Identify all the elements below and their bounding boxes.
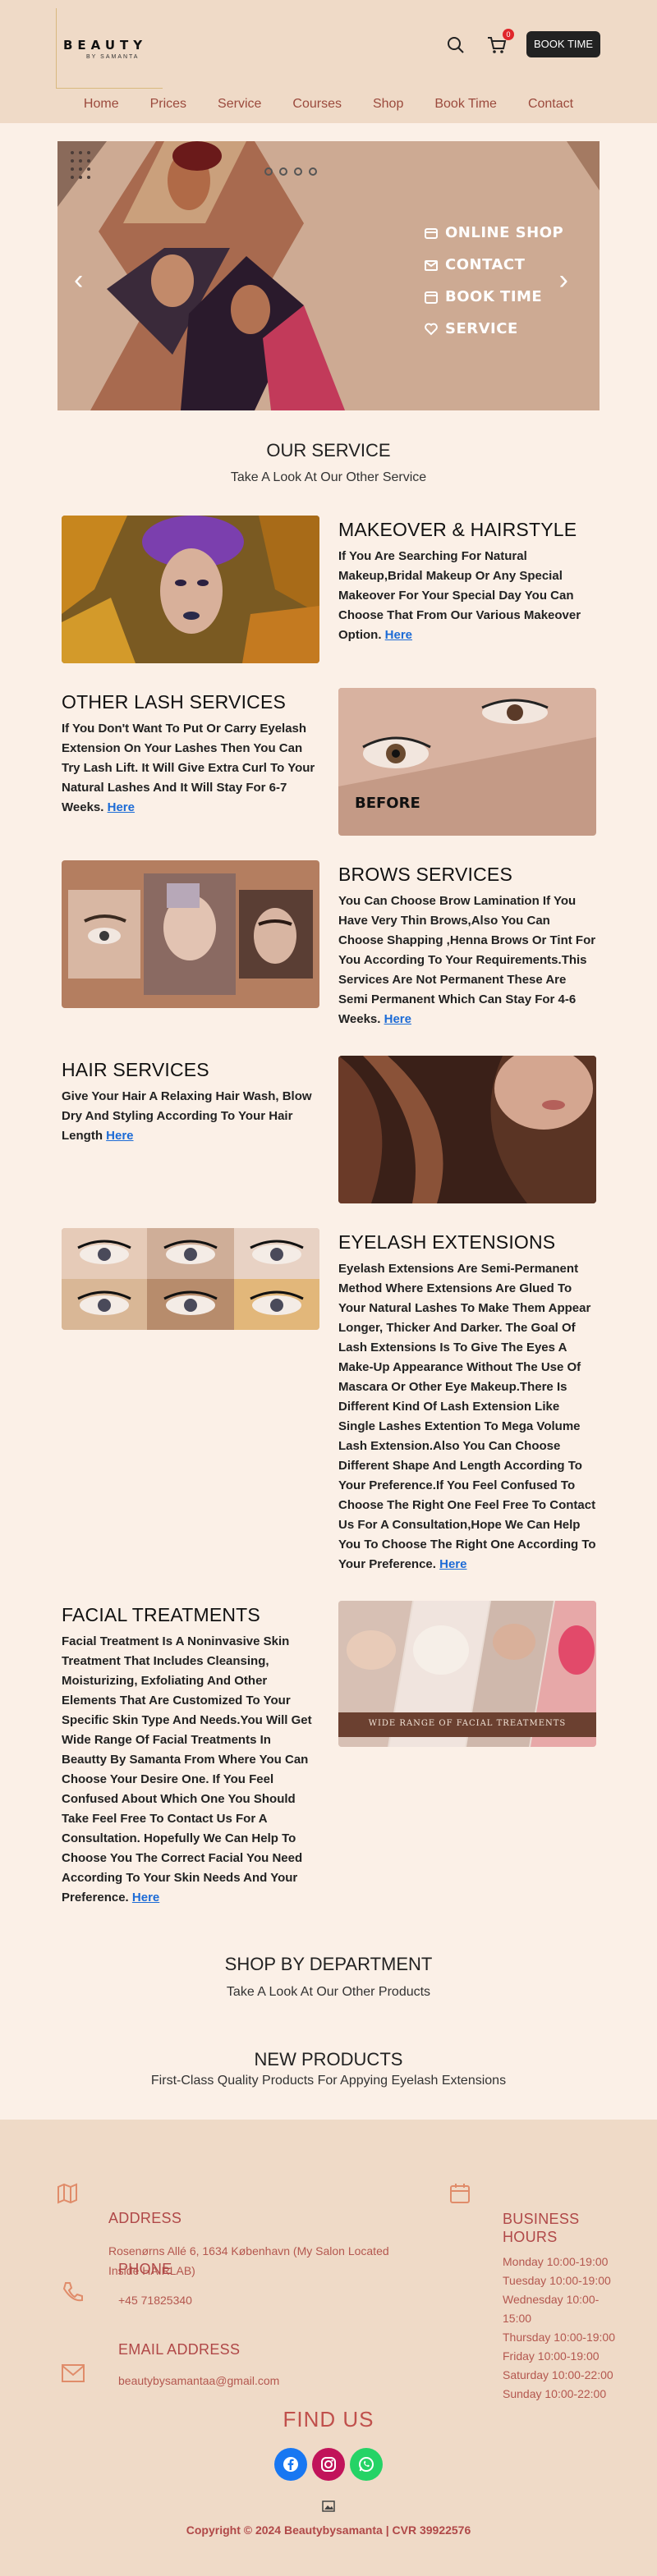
email-text[interactable]: beautybysamantaa@gmail.com <box>118 2371 279 2390</box>
service-desc-brows: You Can Choose Brow Lamination If You Ha… <box>338 894 596 1026</box>
hours-title: BUSINESS HOURS <box>503 2211 580 2245</box>
slider-dot[interactable] <box>264 167 273 176</box>
slider-dot[interactable] <box>309 167 317 176</box>
service-link-eyelash[interactable]: Here <box>439 1557 466 1571</box>
whatsapp-icon[interactable] <box>350 2448 383 2481</box>
service-title-eyelash: EYELASH EXTENSIONS <box>338 1231 556 1253</box>
email-title: EMAIL ADDRESS <box>118 2341 241 2358</box>
new-products-title: NEW PRODUCTS <box>254 2049 403 2070</box>
site-header: BEAUTY BY SAMANTA 0 BOOK TIME Home Price… <box>0 0 657 123</box>
hours-saturday: Saturday 10:00-22:00 <box>503 2368 613 2381</box>
logo-subtitle: BY SAMANTA <box>86 54 140 60</box>
nav-home[interactable]: Home <box>68 97 135 112</box>
nav-service[interactable]: Service <box>202 97 277 112</box>
lash-image: BEFORE <box>338 688 596 836</box>
shop-subtitle: Take A Look At Our Other Products <box>226 1985 431 1999</box>
calendar-icon <box>425 291 438 304</box>
hours-monday: Monday 10:00-19:00 <box>503 2255 609 2268</box>
email-icon <box>61 2363 85 2388</box>
service-link-makeover[interactable]: Here <box>385 628 412 642</box>
image-icon <box>322 2500 335 2516</box>
phone-title: PHONE <box>118 2261 172 2277</box>
brows-image <box>62 860 319 1008</box>
service-title-brows: BROWS SERVICES <box>338 864 512 885</box>
nav-book-time[interactable]: Book Time <box>419 97 512 112</box>
slider-dot[interactable] <box>279 167 287 176</box>
service-desc-lash: If You Don't Want To Put Or Carry Eyelas… <box>62 722 315 814</box>
makeover-image <box>62 516 319 663</box>
hero-online-shop[interactable]: ONLINE SHOP <box>424 217 563 249</box>
facial-image: WIDE RANGE OF FACIAL TREATMENTS <box>338 1601 596 1747</box>
hero-menu: ONLINE SHOP CONTACT BOOK TIME SERVICE <box>424 217 563 345</box>
service-desc-facial: Facial Treatment Is A Noninvasive Skin T… <box>62 1634 312 1904</box>
search-icon[interactable] <box>445 34 466 56</box>
service-title-lash: OTHER LASH SERVICES <box>62 691 287 713</box>
hero-menu-label: SERVICE <box>445 320 518 337</box>
calendar-icon <box>448 2182 471 2209</box>
address-title: ADDRESS <box>108 2210 182 2226</box>
hours-thursday: Thursday 10:00-19:00 <box>503 2331 615 2344</box>
phone-icon <box>61 2280 84 2308</box>
our-service-subtitle: Take A Look At Our Other Service <box>230 470 427 484</box>
hero-book-time[interactable]: BOOK TIME <box>424 281 563 313</box>
instagram-icon[interactable] <box>312 2448 345 2481</box>
book-time-button[interactable]: BOOK TIME <box>526 31 600 57</box>
service-link-hair[interactable]: Here <box>106 1129 133 1143</box>
phone-text[interactable]: +45 71825340 <box>118 2290 192 2310</box>
facial-image-caption: WIDE RANGE OF FACIAL TREATMENTS <box>369 1719 567 1728</box>
service-link-brows[interactable]: Here <box>384 1012 411 1026</box>
service-link-lash[interactable]: Here <box>108 800 135 814</box>
hero-menu-label: ONLINE SHOP <box>445 224 564 241</box>
eyelash-image <box>62 1228 319 1330</box>
main-nav: Home Prices Service Courses Shop Book Ti… <box>0 97 657 112</box>
hero-menu-label: CONTACT <box>445 256 526 273</box>
hours-tuesday: Tuesday 10:00-19:00 <box>503 2274 611 2287</box>
service-title-hair: HAIR SERVICES <box>62 1059 209 1080</box>
service-desc-hair: Give Your Hair A Relaxing Hair Wash, Blo… <box>62 1089 312 1143</box>
hours-wednesday: Wednesday 10:00-15:00 <box>503 2293 600 2325</box>
shop-title: SHOP BY DEPARTMENT <box>224 1954 433 1974</box>
nav-shop[interactable]: Shop <box>357 97 419 112</box>
new-products-subtitle: First-Class Quality Products For Appying… <box>150 2074 507 2088</box>
hero-contact[interactable]: CONTACT <box>424 249 563 281</box>
service-title-makeover: MAKEOVER & HAIRSTYLE <box>338 519 577 540</box>
service-title-facial: FACIAL TREATMENTS <box>62 1604 260 1625</box>
copyright-text: Copyright © 2024 Beautybysamanta | CVR 3… <box>186 2523 471 2537</box>
hours-entries: Monday 10:00-19:00 Tuesday 10:00-19:00 W… <box>503 2253 618 2404</box>
mail-icon <box>425 259 438 271</box>
logo[interactable]: BEAUTY BY SAMANTA <box>56 8 163 89</box>
chevron-left-icon[interactable]: ‹ <box>74 264 83 296</box>
service-desc-eyelash: Eyelash Extensions Are Semi-Permanent Me… <box>338 1262 596 1571</box>
hair-image <box>338 1056 596 1203</box>
nav-contact[interactable]: Contact <box>512 97 589 112</box>
shop-icon <box>425 227 438 239</box>
service-desc-makeover: If You Are Searching For Natural Makeup,… <box>338 549 581 642</box>
map-icon <box>56 2182 79 2209</box>
logo-title: BEAUTY <box>63 38 148 53</box>
nav-prices[interactable]: Prices <box>135 97 202 112</box>
hours-friday: Friday 10:00-19:00 <box>503 2349 600 2363</box>
lash-image-caption: BEFORE <box>355 795 420 812</box>
our-service-title: OUR SERVICE <box>266 440 391 461</box>
hero-service[interactable]: SERVICE <box>424 313 563 345</box>
slider-dots <box>264 167 317 176</box>
service-link-facial[interactable]: Here <box>132 1891 159 1904</box>
cart-count-badge: 0 <box>503 29 514 40</box>
heart-icon <box>425 323 438 335</box>
hours-sunday: Sunday 10:00-22:00 <box>503 2387 607 2400</box>
slider-dot[interactable] <box>294 167 302 176</box>
hero-menu-label: BOOK TIME <box>445 288 543 305</box>
hero-slider: ‹ › ONLINE SHOP CONTACT BOOK TIME SERVIC… <box>57 141 600 410</box>
find-us-title: FIND US <box>283 2407 374 2432</box>
facebook-icon[interactable] <box>274 2448 307 2481</box>
nav-courses[interactable]: Courses <box>277 97 357 112</box>
